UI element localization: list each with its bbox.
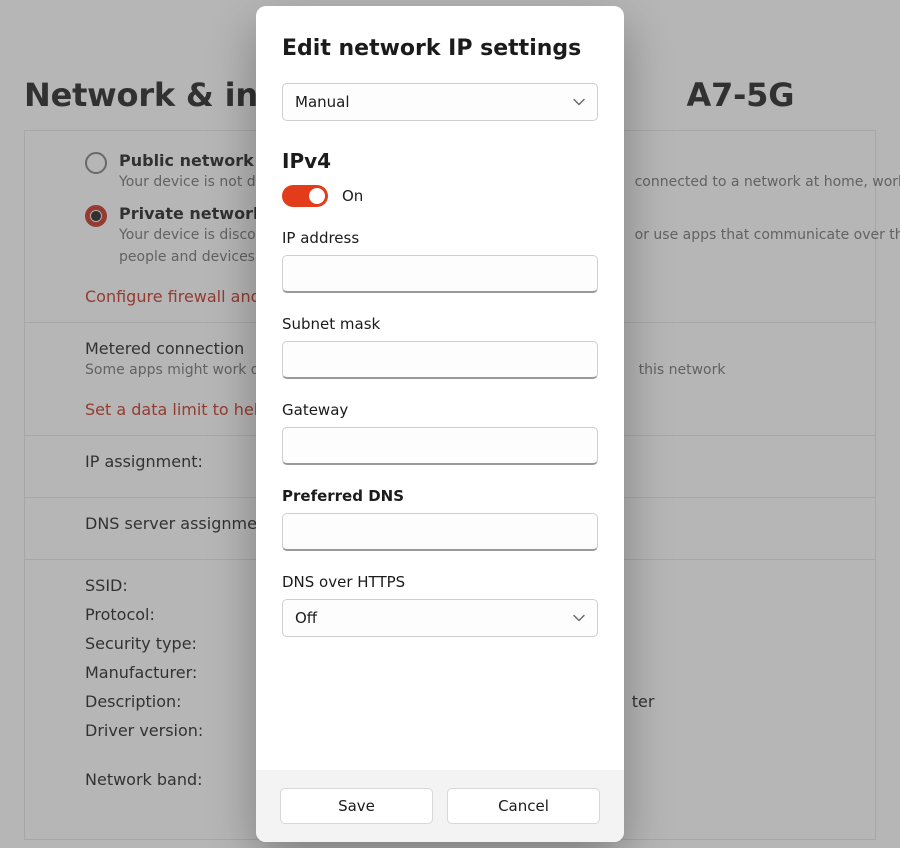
doh-select[interactable]: Off	[282, 599, 598, 637]
doh-value: Off	[295, 609, 317, 627]
ip-mode-value: Manual	[295, 93, 350, 111]
preferred-dns-field: Preferred DNS	[282, 487, 598, 551]
preferred-dns-label: Preferred DNS	[282, 487, 598, 505]
subnet-input[interactable]	[282, 341, 598, 379]
ip-address-field: IP address	[282, 229, 598, 293]
chevron-down-icon	[573, 96, 585, 108]
chevron-down-icon	[573, 612, 585, 624]
edit-ip-dialog: Edit network IP settings Manual IPv4 On …	[256, 6, 624, 842]
gateway-input[interactable]	[282, 427, 598, 465]
dialog-footer: Save Cancel	[256, 770, 624, 842]
dialog-title: Edit network IP settings	[282, 36, 598, 61]
dialog-body: Edit network IP settings Manual IPv4 On …	[256, 6, 624, 770]
ipv4-toggle-state: On	[342, 187, 363, 205]
cancel-button[interactable]: Cancel	[447, 788, 600, 824]
preferred-dns-input[interactable]	[282, 513, 598, 551]
ipv4-section-label: IPv4	[282, 149, 598, 173]
save-button[interactable]: Save	[280, 788, 433, 824]
subnet-field: Subnet mask	[282, 315, 598, 379]
ip-address-label: IP address	[282, 229, 598, 247]
ipv4-toggle[interactable]	[282, 185, 328, 207]
subnet-label: Subnet mask	[282, 315, 598, 333]
ipv4-toggle-row: On	[282, 185, 598, 207]
ip-address-input[interactable]	[282, 255, 598, 293]
gateway-label: Gateway	[282, 401, 598, 419]
doh-label: DNS over HTTPS	[282, 573, 598, 591]
doh-field: DNS over HTTPS Off	[282, 573, 598, 637]
ip-mode-select[interactable]: Manual	[282, 83, 598, 121]
gateway-field: Gateway	[282, 401, 598, 465]
